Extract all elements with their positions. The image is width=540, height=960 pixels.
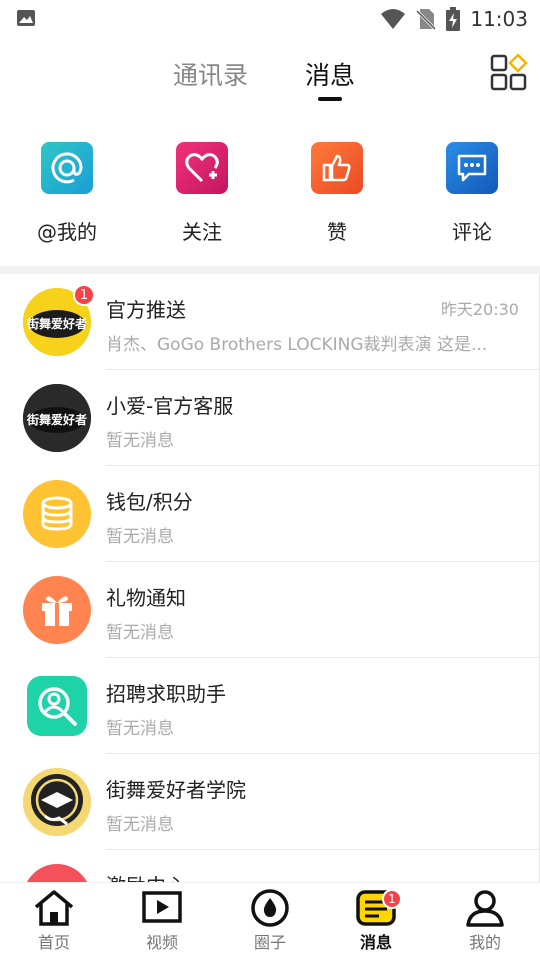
list-item-academy[interactable]: 街舞爱好者学院 暂无消息 — [0, 754, 539, 850]
nav-label: 圈子 — [253, 933, 286, 952]
tab-messages[interactable]: 消息 — [305, 56, 355, 92]
no-sim-icon — [416, 9, 437, 30]
message-time: 昨天20:30 — [440, 300, 519, 319]
nav-profile[interactable]: 我的 — [445, 889, 525, 953]
nav-home[interactable]: 首页 — [14, 889, 94, 953]
nav-unread-badge: 1 — [382, 889, 402, 909]
nav-label: 我的 — [468, 933, 501, 952]
list-item-incentive[interactable]: 激励中心 — [0, 850, 539, 882]
message-list[interactable]: 街舞爱好者 1 官方推送 昨天20:30 肖杰、GoGo Brothers LO… — [0, 274, 540, 882]
status-time: 11:03 — [470, 7, 528, 31]
bottom-nav: 首页 视频 圈子 1 消息 我的 — [0, 882, 540, 960]
circle-drop-icon — [251, 889, 289, 927]
svg-text:街舞爱好者: 街舞爱好者 — [26, 412, 87, 427]
incentive-icon — [23, 864, 91, 882]
list-item-wallet[interactable]: 钱包/积分 暂无消息 — [0, 466, 539, 562]
street-dance-logo-dark: 街舞爱好者 — [23, 384, 91, 452]
message-title: 钱包/积分 — [106, 490, 193, 514]
academy-logo — [23, 768, 91, 836]
heart-plus-icon — [176, 142, 228, 194]
quick-action-mentions[interactable]: @我的 — [17, 142, 117, 245]
message-title: 招聘求职助手 — [106, 682, 226, 706]
wifi-icon — [381, 9, 406, 29]
profile-icon — [466, 890, 504, 927]
list-item-recruiting[interactable]: 招聘求职助手 暂无消息 — [0, 658, 539, 754]
message-preview: 暂无消息 — [106, 431, 174, 451]
nav-circle[interactable]: 圈子 — [230, 889, 310, 953]
svg-text:街舞爱好者: 街舞爱好者 — [26, 316, 87, 331]
quick-actions: @我的 关注 赞 评论 — [0, 142, 540, 252]
message-preview: 暂无消息 — [106, 623, 174, 643]
active-tab-indicator — [318, 97, 342, 101]
nav-video[interactable]: 视频 — [122, 889, 202, 953]
quick-action-comments[interactable]: 评论 — [422, 142, 522, 245]
message-preview: 肖杰、GoGo Brothers LOCKING裁判表演 这是... — [106, 335, 488, 355]
thumbs-up-icon — [311, 142, 363, 194]
nav-label: 首页 — [37, 933, 70, 952]
unread-badge: 1 — [73, 284, 95, 306]
recruit-search-icon — [23, 672, 91, 740]
message-title: 激励中心 — [106, 870, 186, 882]
comment-icon — [446, 142, 498, 194]
message-preview: 暂无消息 — [106, 815, 174, 835]
video-icon — [142, 891, 182, 923]
quick-action-label: 评论 — [452, 220, 492, 244]
quick-action-label: 赞 — [327, 220, 347, 244]
tab-contacts[interactable]: 通讯录 — [173, 56, 248, 92]
list-item-customer-service[interactable]: 街舞爱好者 小爱-官方客服 暂无消息 — [0, 370, 539, 466]
nav-messages[interactable]: 1 消息 — [336, 889, 416, 953]
section-divider — [0, 266, 540, 274]
coins-icon — [23, 480, 91, 548]
message-title: 礼物通知 — [106, 586, 186, 610]
top-tabs: 通讯录 消息 — [0, 52, 540, 104]
quick-action-label: 关注 — [182, 220, 222, 244]
gift-icon — [23, 576, 91, 644]
nav-label: 视频 — [145, 933, 178, 952]
quick-action-label: @我的 — [37, 220, 97, 244]
nav-label: 消息 — [359, 933, 392, 952]
message-title: 小爱-官方客服 — [106, 394, 234, 418]
message-preview: 暂无消息 — [106, 719, 174, 739]
list-item-official-push[interactable]: 街舞爱好者 1 官方推送 昨天20:30 肖杰、GoGo Brothers LO… — [0, 274, 539, 370]
message-title: 街舞爱好者学院 — [106, 778, 246, 802]
battery-charging-icon — [446, 7, 461, 31]
quick-action-follow[interactable]: 关注 — [152, 142, 252, 245]
status-bar: 11:03 — [0, 0, 540, 38]
home-icon — [34, 890, 74, 926]
quick-action-likes[interactable]: 赞 — [287, 142, 387, 245]
message-preview: 暂无消息 — [106, 527, 174, 547]
image-notification-icon — [17, 10, 35, 26]
apps-grid-icon[interactable] — [490, 54, 528, 92]
street-dance-logo: 街舞爱好者 1 — [23, 284, 95, 356]
list-item-gift[interactable]: 礼物通知 暂无消息 — [0, 562, 539, 658]
message-title: 官方推送 — [106, 298, 186, 322]
at-icon — [41, 142, 93, 194]
